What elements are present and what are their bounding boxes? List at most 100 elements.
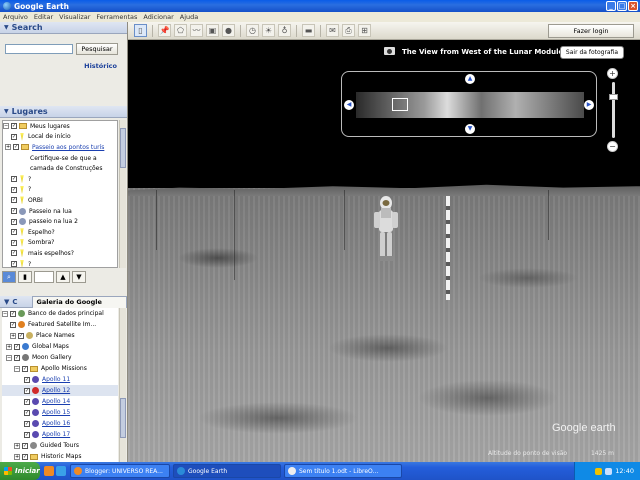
places-row[interactable]: ✓ ORBI [3, 195, 117, 206]
firefox-icon[interactable] [44, 466, 54, 476]
zoom-in-button[interactable]: + [607, 68, 618, 79]
move-up-icon[interactable]: ▲ [56, 271, 70, 283]
ruler-icon[interactable]: ▬ [302, 24, 315, 37]
notification-icon[interactable] [595, 467, 603, 475]
places-row[interactable]: ✓? [3, 185, 117, 196]
ie-icon[interactable] [56, 466, 66, 476]
menu-arquivo[interactable]: Arquivo [3, 13, 28, 21]
places-row[interactable]: camada de Construções [3, 163, 117, 174]
checkbox[interactable]: ✓ [11, 261, 17, 267]
tab-earth-gallery[interactable]: Galeria do Google Earth [31, 295, 127, 317]
places-row[interactable]: ✓? [3, 259, 117, 267]
places-row[interactable]: ✓ Sombra? [3, 238, 117, 249]
layers-row[interactable]: ✓ Featured Satellite Im... [2, 319, 118, 330]
menu-ajuda[interactable]: Ajuda [180, 13, 198, 21]
task-libreoffice[interactable]: Sem título 1.odt - LibreO... [284, 464, 402, 478]
search-header[interactable]: ▼ Search [0, 22, 127, 34]
history-link[interactable]: Histórico [84, 62, 117, 70]
move-down-icon[interactable]: ▼ [72, 271, 86, 283]
expand-toggle-icon[interactable]: + [14, 442, 20, 449]
planets-icon[interactable]: ♁ [278, 24, 291, 37]
expand-toggle-icon[interactable]: − [3, 123, 9, 130]
start-button[interactable]: Iniciar [0, 462, 40, 480]
placemark-icon[interactable]: 📌 [158, 24, 171, 37]
maximize-button[interactable]: □ [617, 1, 627, 11]
checkbox[interactable]: ✓ [24, 398, 30, 405]
expand-toggle-icon[interactable]: − [14, 365, 20, 372]
layers-row[interactable]: − ✓ Banco de dados principal [2, 308, 118, 319]
checkbox[interactable]: ✓ [11, 123, 17, 130]
layers-title[interactable]: C [12, 298, 17, 306]
checkbox[interactable]: ✓ [11, 208, 17, 215]
layers-row[interactable]: ✓ Apollo 11 [2, 374, 118, 385]
checkbox[interactable]: ✓ [24, 409, 30, 416]
expand-toggle-icon[interactable]: + [5, 144, 11, 151]
panel-toggle-icon[interactable]: ▮ [18, 271, 32, 283]
layers-row[interactable]: + ✓ Place Names [2, 330, 118, 341]
layers-row[interactable]: + ✓ Historic Maps [2, 451, 118, 462]
chevron-left-icon[interactable]: ◀ [344, 100, 354, 110]
places-row[interactable]: ✓ passeio na lua 2 [3, 216, 117, 227]
checkbox[interactable]: ✓ [24, 376, 30, 383]
checkbox[interactable]: ✓ [11, 133, 17, 140]
layers-row[interactable]: − ✓ Apollo Missions [2, 363, 118, 374]
window-titlebar[interactable]: Google Earth _ □ × [0, 0, 640, 12]
historical-imagery-icon[interactable]: ◷ [246, 24, 259, 37]
layers-row[interactable]: + ✓ Guided Tours [2, 440, 118, 451]
chevron-up-icon[interactable]: ▲ [465, 74, 475, 84]
exit-photo-button[interactable]: Sair da fotografia [560, 46, 624, 59]
expand-toggle-icon[interactable]: − [2, 310, 8, 317]
filmstrip-selection[interactable] [392, 98, 408, 111]
minimize-button[interactable]: _ [606, 1, 616, 11]
places-scroll-thumb[interactable] [120, 128, 126, 168]
sunlight-icon[interactable]: ☀ [262, 24, 275, 37]
zoom-slider-thumb[interactable] [608, 94, 618, 100]
panorama-filmstrip[interactable] [356, 92, 584, 118]
places-filter-input[interactable] [34, 271, 54, 283]
checkbox[interactable]: ✓ [11, 218, 17, 225]
checkbox[interactable]: ✓ [22, 365, 28, 372]
places-header[interactable]: ▼ Lugares [0, 106, 127, 118]
checkbox[interactable]: ✓ [14, 354, 20, 361]
layers-row[interactable]: + ✓ Global Maps [2, 341, 118, 352]
earth-viewport[interactable]: The View from West of the Lunar Module S… [128, 40, 640, 462]
chevron-down-icon[interactable]: ▼ [465, 124, 475, 134]
layers-scroll-thumb[interactable] [120, 398, 126, 438]
checkbox[interactable]: ✓ [22, 453, 28, 460]
places-scrollbar[interactable] [119, 120, 126, 268]
places-row[interactable]: ✓? [3, 174, 117, 185]
collapse-triangle-icon[interactable]: ▼ [4, 298, 9, 306]
volume-icon[interactable] [605, 467, 613, 475]
search-places-icon[interactable]: ⌕ [2, 271, 16, 283]
layers-row[interactable]: − ✓ Moon Gallery [2, 352, 118, 363]
login-button[interactable]: Fazer login [548, 24, 634, 38]
layers-scrollbar[interactable] [119, 308, 126, 462]
task-google-earth[interactable]: Google Earth [173, 464, 281, 478]
print-icon[interactable]: ⎙ [342, 24, 355, 37]
layers-row[interactable]: ✓ Apollo 17 [2, 429, 118, 440]
places-row[interactable]: ✓ Espelho? [3, 227, 117, 238]
checkbox[interactable]: ✓ [11, 250, 17, 257]
sidebar-toggle-icon[interactable]: ▯ [134, 24, 147, 37]
zoom-out-button[interactable]: − [607, 141, 618, 152]
menu-adicionar[interactable]: Adicionar [143, 13, 173, 21]
checkbox[interactable]: ✓ [11, 239, 17, 246]
checkbox[interactable]: ✓ [22, 442, 28, 449]
chevron-right-icon[interactable]: ▶ [584, 100, 594, 110]
checkbox[interactable]: ✓ [11, 229, 17, 236]
layers-row[interactable]: ✓ Apollo 16 [2, 418, 118, 429]
email-icon[interactable]: ✉ [326, 24, 339, 37]
places-row[interactable]: ✓ Local de início [3, 132, 117, 143]
expand-toggle-icon[interactable]: + [10, 332, 16, 339]
places-row[interactable]: ✓ mais espelhos? [3, 248, 117, 259]
expand-toggle-icon[interactable]: + [6, 343, 12, 350]
checkbox[interactable]: ✓ [13, 144, 19, 151]
zoom-slider[interactable] [608, 82, 618, 138]
layers-row[interactable]: ✓ Apollo 12 [2, 385, 118, 396]
menu-editar[interactable]: Editar [34, 13, 53, 21]
checkbox[interactable]: ✓ [24, 387, 30, 394]
tour-icon[interactable]: ● [222, 24, 235, 37]
maps-icon[interactable]: ⊞ [358, 24, 371, 37]
close-button[interactable]: × [628, 1, 638, 11]
menu-ferramentas[interactable]: Ferramentas [96, 13, 137, 21]
